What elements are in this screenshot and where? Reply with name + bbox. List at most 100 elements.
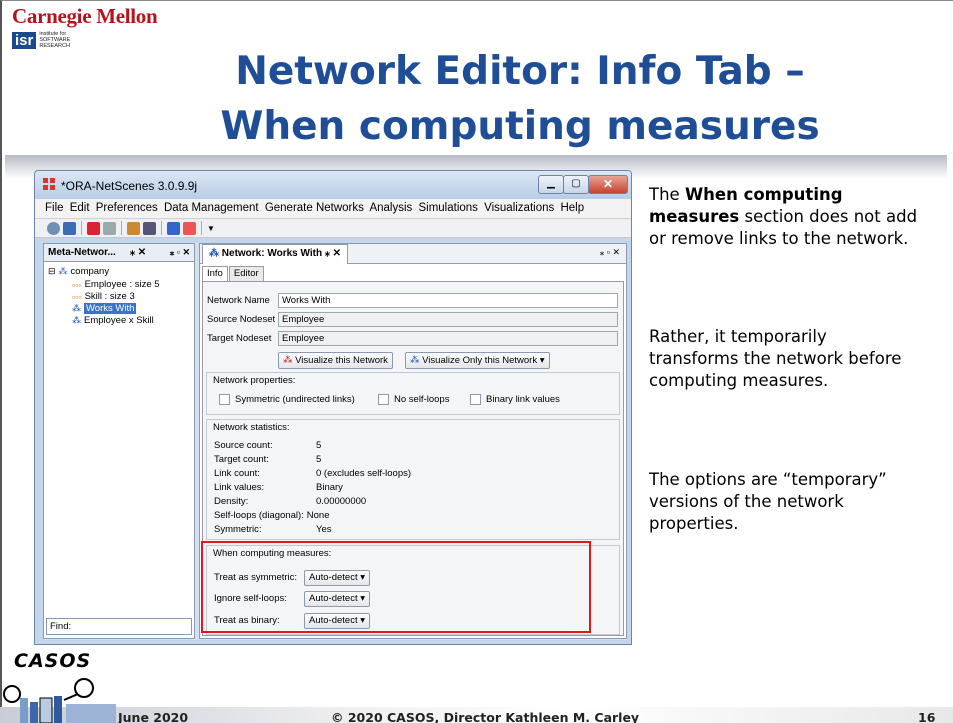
treat-as-symmetric-label: Treat as symmetric:: [214, 572, 298, 583]
stat-value: 0.00000000: [316, 496, 367, 507]
chevron-down-icon: ▾: [539, 355, 545, 366]
tree-item-works-with[interactable]: ⁂ Works With: [72, 303, 137, 314]
isr-logo: isr institute for SOFTWARE RESEARCH: [12, 31, 79, 49]
dropdown-value: Auto-detect: [309, 572, 358, 583]
binary-checkbox[interactable]: Binary link values: [470, 394, 560, 405]
visualize-only-label: Visualize Only this Network: [422, 355, 538, 366]
note-text: The: [649, 185, 685, 204]
checkbox-box[interactable]: [378, 394, 389, 405]
visualize-network-label: Visualize this Network: [295, 355, 388, 366]
stat-label: Link count:: [214, 468, 260, 479]
treat-as-symmetric-dropdown[interactable]: Auto-detect ▾: [304, 570, 371, 586]
dropdown-value: Auto-detect: [309, 615, 358, 626]
footer-date: June 2020: [118, 710, 189, 723]
target-nodeset-field: Employee: [278, 331, 618, 346]
menu-data-management[interactable]: Data Management: [164, 202, 259, 214]
search-icon[interactable]: [47, 221, 60, 235]
stat-label: Density:: [214, 496, 249, 507]
meta-network-icon: ⁂: [58, 266, 68, 276]
target-nodeset-row: Target Nodeset Employee: [205, 331, 618, 346]
menu-simulations[interactable]: Simulations: [418, 202, 477, 214]
visualize-icon[interactable]: [167, 221, 180, 235]
treat-as-symmetric-row: Treat as symmetric:: [214, 572, 297, 583]
checkbox-box[interactable]: [219, 394, 230, 405]
close-icon[interactable]: ⁎ ✕: [325, 248, 341, 259]
checkbox-box[interactable]: [470, 394, 481, 405]
app-icon: [43, 178, 55, 190]
toolbar-separator: [161, 221, 162, 235]
tree-item-skill[interactable]: ▫▫▫ Skill : size 3: [72, 291, 135, 302]
close-icon[interactable]: ⁎ ✕: [130, 244, 146, 261]
panel-controls-icon[interactable]: ⁎ ▫ ✕: [600, 247, 620, 258]
note-paragraph-3: The options are “temporary” versions of …: [649, 470, 887, 533]
tab-meta-network[interactable]: Meta-Networ... ⁎ ✕ ⁎ ▫ ✕: [44, 244, 194, 262]
chevron-down-icon[interactable]: ▼: [207, 224, 215, 233]
menu-file[interactable]: File: [45, 202, 64, 214]
collapse-icon[interactable]: ⊟: [48, 266, 56, 277]
user-icon[interactable]: [143, 221, 156, 235]
menu-help[interactable]: Help: [560, 202, 584, 214]
ignore-self-loops-dropdown[interactable]: Auto-detect ▾: [304, 591, 371, 607]
stat-label: Source count:: [214, 440, 273, 451]
tree-item-label: Employee x Skill: [84, 315, 154, 326]
target-nodeset-label: Target Nodeset: [207, 333, 272, 344]
stat-row: Source count: 5: [214, 440, 321, 451]
treat-as-binary-dropdown[interactable]: Auto-detect ▾: [304, 613, 371, 629]
carnegie-mellon-logo: Carnegie Mellon: [12, 4, 158, 28]
network-name-field[interactable]: Works With: [278, 293, 618, 308]
menu-preferences[interactable]: Preferences: [96, 202, 158, 214]
symmetric-checkbox[interactable]: Symmetric (undirected links): [219, 394, 355, 405]
sub-tab-bar: Info Editor: [200, 266, 265, 282]
visualize-alt-icon[interactable]: [183, 221, 196, 235]
menu-edit[interactable]: Edit: [70, 202, 90, 214]
slide-title-line2: When computing measures: [220, 104, 820, 149]
stat-label: Symmetric:: [214, 524, 262, 535]
grid-icon[interactable]: [103, 221, 116, 235]
save-icon[interactable]: [63, 221, 76, 235]
toolbar: ▼: [35, 219, 631, 238]
no-self-loops-checkbox[interactable]: No self-loops: [378, 394, 449, 405]
casos-logo-art: [3, 678, 116, 723]
network-properties-group: Network properties: Symmetric (undirecte…: [206, 372, 620, 415]
stat-value: 5: [316, 440, 322, 451]
maximize-button[interactable]: ▢: [563, 175, 589, 194]
tab-editor[interactable]: Editor: [228, 266, 264, 282]
find-field[interactable]: Find:: [46, 618, 192, 635]
when-computing-measures-group: When computing measures: Treat as symmet…: [206, 545, 620, 635]
network-icon[interactable]: [87, 221, 100, 235]
no-self-loops-label: No self-loops: [394, 394, 450, 405]
tree-root[interactable]: ⊟ ⁂ company: [48, 266, 109, 277]
visualize-only-button[interactable]: ⁂ Visualize Only this Network ▾: [405, 352, 550, 369]
binary-label: Binary link values: [486, 394, 560, 405]
tree-item-label: Skill : size 3: [84, 291, 135, 302]
app-window: *ORA-NetScenes 3.0.9.9j ▁ ▢ ✕ File Edit …: [34, 170, 632, 645]
people-icon[interactable]: [127, 221, 140, 235]
meta-network-panel: Meta-Networ... ⁎ ✕ ⁎ ▫ ✕ ⊟ ⁂ company ▫▫▫…: [43, 243, 195, 639]
menu-generate-networks[interactable]: Generate Networks: [265, 202, 364, 214]
network-properties-title: Network properties:: [211, 375, 298, 386]
network-statistics-group: Network statistics: Source count: 5 Targe…: [206, 419, 620, 540]
tree-item-employee-x-skill[interactable]: ⁂ Employee x Skill: [72, 315, 154, 326]
tree-root-label: company: [70, 266, 110, 277]
ignore-self-loops-row: Ignore self-loops:: [214, 593, 287, 604]
isr-logo-text: institute for SOFTWARE RESEARCH: [39, 31, 71, 49]
ignore-self-loops-label: Ignore self-loops:: [214, 593, 287, 604]
tab-label: Network: Works With: [221, 248, 323, 259]
dropdown-value: Auto-detect: [309, 593, 358, 604]
tab-label: Meta-Networ...: [48, 247, 116, 258]
tab-info[interactable]: Info: [202, 266, 228, 282]
stat-row: Density: 0.00000000: [214, 496, 366, 507]
visualize-network-button[interactable]: ⁂ Visualize this Network: [278, 352, 393, 369]
minimize-button[interactable]: ▁: [538, 175, 564, 194]
menu-analysis[interactable]: Analysis: [369, 202, 412, 214]
when-computing-measures-title: When computing measures:: [211, 548, 334, 559]
menu-visualizations[interactable]: Visualizations: [484, 202, 554, 214]
footer-copyright: © 2020 CASOS, Director Kathleen M. Carle…: [331, 710, 640, 723]
panel-controls-icon[interactable]: ⁎ ▫ ✕: [170, 244, 190, 261]
close-button[interactable]: ✕: [588, 175, 628, 194]
tab-network-works-with[interactable]: ⁂ Network: Works With ⁎ ✕: [202, 244, 349, 264]
workspace: Meta-Networ... ⁎ ✕ ⁎ ▫ ✕ ⊟ ⁂ company ▫▫▫…: [43, 243, 627, 640]
tree-item-employee[interactable]: ▫▫▫ Employee : size 5: [72, 279, 160, 290]
stat-value: Binary: [316, 482, 343, 493]
network-statistics-title: Network statistics:: [211, 422, 292, 433]
